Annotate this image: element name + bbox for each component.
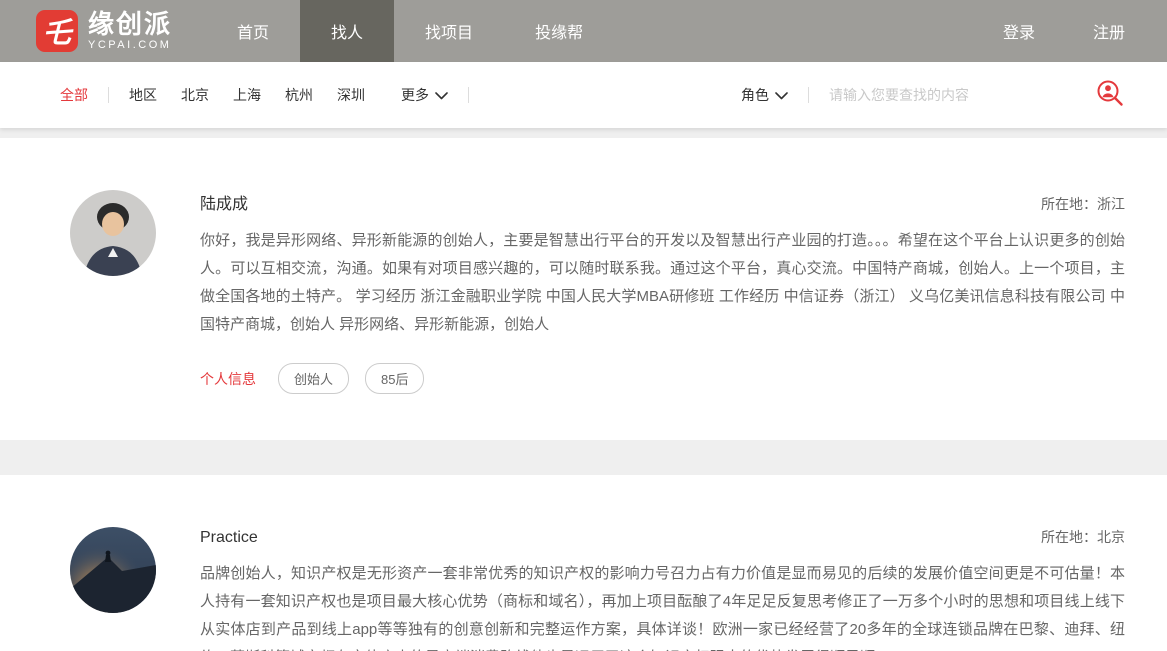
auth-links: 登录 注册 — [1003, 0, 1167, 62]
tag-founder[interactable]: 创始人 — [278, 363, 349, 394]
logo-subtitle: YCPAI.COM — [88, 40, 172, 51]
register-link[interactable]: 注册 — [1093, 19, 1125, 43]
tag-personal-info: 个人信息 — [200, 369, 256, 389]
nav-item-find-projects[interactable]: 找项目 — [394, 0, 504, 62]
logo-text: 缘创派 YCPAI.COM — [88, 11, 172, 51]
profile-card-header: Practice 所在地：北京 — [200, 527, 1125, 547]
search-icon — [1094, 78, 1126, 113]
avatar[interactable] — [70, 190, 156, 276]
avatar[interactable] — [70, 527, 156, 613]
role-dropdown[interactable]: 角色 — [741, 85, 788, 105]
profile-card-body: Practice 所在地：北京 品牌创始人，知识产权是无形资产一套非常优秀的知识… — [200, 527, 1125, 651]
divider — [108, 87, 109, 103]
main-nav: 首页 找人 找项目 投缘帮 — [206, 0, 614, 62]
divider — [808, 87, 809, 103]
chevron-down-icon — [775, 87, 788, 103]
profile-card-header: 陆成成 所在地：浙江 — [200, 190, 1125, 214]
role-label: 角色 — [741, 85, 769, 105]
filter-region-label: 地区 — [129, 85, 157, 105]
profile-description: 品牌创始人，知识产权是无形资产一套非常优秀的知识产权的影响力号召力占有力价值是显… — [200, 560, 1125, 651]
filter-all[interactable]: 全部 — [60, 85, 88, 105]
profile-name[interactable]: 陆成成 — [200, 190, 248, 214]
profile-description: 你好，我是异形网络、异形新能源的创始人，主要是智慧出行平台的开发以及智慧出行产业… — [200, 227, 1125, 339]
logo-icon: 乇 — [36, 10, 78, 52]
search-button[interactable] — [1093, 78, 1127, 112]
chevron-down-icon — [435, 87, 448, 103]
filter-city-hangzhou[interactable]: 杭州 — [285, 85, 313, 105]
nav-item-home[interactable]: 首页 — [206, 0, 300, 62]
logo-title: 缘创派 — [88, 11, 172, 37]
profile-location: 所在地：北京 — [1041, 527, 1125, 547]
filter-bar: 全部 地区 北京 上海 杭州 深圳 更多 角色 — [0, 62, 1167, 128]
filter-city-shanghai[interactable]: 上海 — [233, 85, 261, 105]
profile-card: Practice 所在地：北京 品牌创始人，知识产权是无形资产一套非常优秀的知识… — [0, 475, 1167, 651]
search-input[interactable] — [829, 87, 1059, 103]
tag-85s[interactable]: 85后 — [365, 363, 424, 394]
nav-item-find-people[interactable]: 找人 — [300, 0, 394, 62]
profile-location: 所在地：浙江 — [1041, 194, 1125, 214]
top-header: 乇 缘创派 YCPAI.COM 首页 找人 找项目 投缘帮 登录 注册 — [0, 0, 1167, 62]
filter-more-label: 更多 — [401, 85, 429, 105]
profile-name[interactable]: Practice — [200, 529, 258, 547]
profile-card: 陆成成 所在地：浙江 你好，我是异形网络、异形新能源的创始人，主要是智慧出行平台… — [0, 138, 1167, 440]
filter-city-beijing[interactable]: 北京 — [181, 85, 209, 105]
profile-tags: 个人信息 创始人 85后 — [200, 363, 1125, 394]
filter-more-dropdown[interactable]: 更多 — [401, 85, 448, 105]
profile-card-body: 陆成成 所在地：浙江 你好，我是异形网络、异形新能源的创始人，主要是智慧出行平台… — [200, 190, 1125, 394]
filter-right-group: 角色 — [741, 78, 1127, 112]
divider — [468, 87, 469, 103]
filter-city-shenzhen[interactable]: 深圳 — [337, 85, 365, 105]
login-link[interactable]: 登录 — [1003, 19, 1035, 43]
site-logo[interactable]: 乇 缘创派 YCPAI.COM — [36, 0, 172, 62]
nav-item-touyuanbang[interactable]: 投缘帮 — [504, 0, 614, 62]
